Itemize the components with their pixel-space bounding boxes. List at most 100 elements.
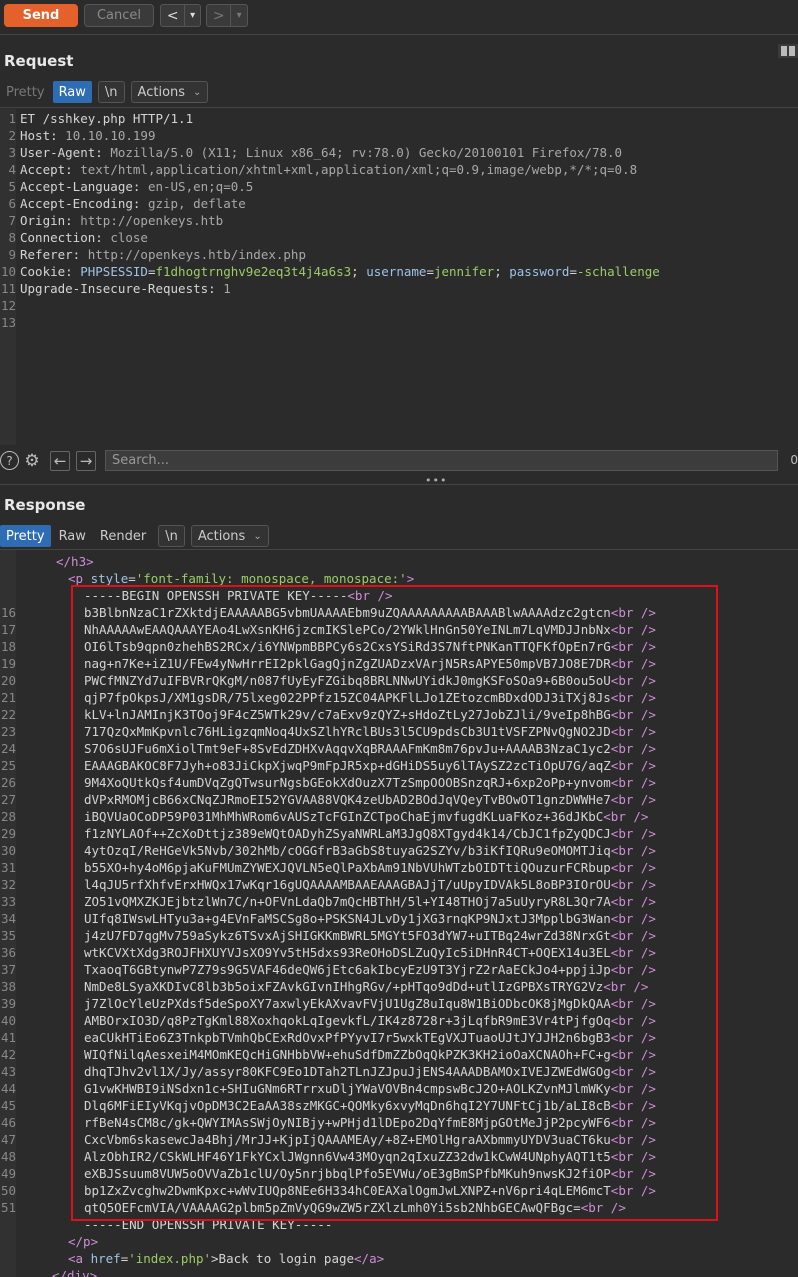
br-tag: <br /> xyxy=(610,1166,656,1181)
pane-resize-handle[interactable]: ••• xyxy=(425,474,447,487)
response-line-number: 40 xyxy=(0,1013,16,1028)
key-line: UIfq8IWswLHTyu3a+g4EVnFaMSCSg8o+PSKSN4JL… xyxy=(84,911,656,926)
chevron-down-icon: ⌄ xyxy=(193,86,202,98)
response-line-number: 42 xyxy=(0,1047,16,1062)
origin-value: http://openkeys.htb xyxy=(72,213,224,228)
request-line-number: 6 xyxy=(8,196,16,211)
pane-divider xyxy=(0,484,798,485)
br-tag: <br /> xyxy=(610,1013,656,1028)
key-line-text: CxcVbm6skasewcJa4Bhj/MrJJ+KjpIjQAAAMEAy/… xyxy=(84,1132,611,1147)
key-line: qjP7fpOkpsJ/XM1gsDR/75lxeg022PPfz15ZC04A… xyxy=(84,690,656,705)
key-line: Dlq6MFiEIyVKqjvOpDM3C2EaAA38szMKGC+QOMky… xyxy=(84,1098,656,1113)
response-line-number: 27 xyxy=(0,792,16,807)
response-editor[interactable]: </h3> <p style='font-family: monospace, … xyxy=(0,550,798,1277)
request-line-11: Upgrade-Insecure-Requests: 1 xyxy=(20,281,231,296)
response-back-link-line: <a href='index.php'>Back to login page</… xyxy=(68,1251,385,1266)
response-line-number: 50 xyxy=(0,1183,16,1198)
response-tabs: Pretty Raw Render \n Actions ⌄ xyxy=(0,525,271,547)
response-line-number: 45 xyxy=(0,1098,16,1113)
br-tag: <br /> xyxy=(610,1081,656,1096)
back-arrow-icon[interactable]: < xyxy=(161,5,184,26)
key-line: iBQVUaOCoDP59P031MhMhWRom6vAUSzTcFGInZCT… xyxy=(84,809,648,824)
br-tag: <br /> xyxy=(610,724,656,739)
layout-toggle-icon[interactable] xyxy=(778,44,798,58)
key-line: eaCUkHTiEo6Z3TnkpbTVmhQbCExRdOvxPfPYyvI7… xyxy=(84,1030,656,1045)
accept-language-key: Accept-Language: xyxy=(20,179,141,194)
response-h3-close: </h3> xyxy=(56,554,94,569)
request-line-5: Accept-Language: en-US,en;q=0.5 xyxy=(20,179,253,194)
user-agent-key: User-Agent: xyxy=(20,145,103,160)
tab-request-newline[interactable]: \n xyxy=(97,81,125,103)
response-line-number: 25 xyxy=(0,758,16,773)
key-line: AMBOrxIO3D/q8PzTgKml88XoxhqokLqIgevkfL/I… xyxy=(84,1013,656,1028)
response-line-number: 18 xyxy=(0,639,16,654)
origin-key: Origin: xyxy=(20,213,73,228)
response-actions-menu[interactable]: Actions ⌄ xyxy=(190,525,269,547)
request-line-number: 11 xyxy=(0,281,16,296)
br-tag: <br /> xyxy=(610,843,656,858)
cancel-button[interactable]: Cancel xyxy=(84,4,154,27)
key-line: dhqTJhv2vl1X/Jy/assyr80KFC9Eo1DTah2TLnJZ… xyxy=(84,1064,656,1079)
a-href-value: 'index.php' xyxy=(128,1251,212,1266)
tab-response-raw[interactable]: Raw xyxy=(53,525,92,547)
gear-icon[interactable]: ⚙ xyxy=(22,451,42,471)
br-tag: <br /> xyxy=(610,860,656,875)
toolbar-divider xyxy=(0,34,798,35)
response-p-close: </p> xyxy=(68,1234,98,1249)
key-line-text: AlzObhIR2/CSkWLHF46Y1FkYCxlJWgnn6Vw43MOy… xyxy=(84,1149,611,1164)
key-line-text: NhAAAAAwEAAQAAAYEAo4LwXsnKH6jzcmIKSlePCo… xyxy=(84,622,611,637)
br-tag: <br /> xyxy=(610,1183,656,1198)
response-div-close: </div> xyxy=(52,1268,97,1277)
key-line-text: wtKCVXtXdg3ROJFHXUYVJsXO9Yv5tH5dxs93ReOH… xyxy=(84,945,611,960)
tab-response-newline[interactable]: \n xyxy=(158,525,185,547)
search-prev-icon[interactable]: ← xyxy=(50,451,70,471)
br-tag: <br /> xyxy=(610,775,656,790)
accept-encoding-key: Accept-Encoding: xyxy=(20,196,141,211)
a-close-tag: </a> xyxy=(354,1251,385,1266)
accept-language-value: en-US,en;q=0.5 xyxy=(140,179,254,194)
tab-request-raw[interactable]: Raw xyxy=(52,81,92,103)
key-line: AlzObhIR2/CSkWLHF46Y1FkYCxlJWgnn6Vw43MOy… xyxy=(84,1149,656,1164)
connection-value: close xyxy=(102,230,148,245)
search-input[interactable] xyxy=(105,450,778,471)
request-actions-menu[interactable]: Actions ⌄ xyxy=(130,81,209,103)
request-line-3: User-Agent: Mozilla/5.0 (X11; Linux x86_… xyxy=(20,145,622,160)
key-begin-line: -----BEGIN OPENSSH PRIVATE KEY-----<br /… xyxy=(84,588,393,603)
key-line-text: S7O6sUJFu6mXiolTmt9eF+8SvEdZDHXvAqqvXqBR… xyxy=(84,741,611,756)
response-line-number: 49 xyxy=(0,1166,16,1181)
response-line-number: 16 xyxy=(0,605,16,620)
key-line-text: b55XO+hy4oM6pjaKuFMUmZYWEXJQVLN5eQlPaXbA… xyxy=(84,860,611,875)
tab-request-pretty[interactable]: Pretty xyxy=(0,81,51,103)
forward-dropdown-icon[interactable]: ▾ xyxy=(231,5,247,26)
br-tag: <br /> xyxy=(610,1030,656,1045)
div-close-tag: </div> xyxy=(52,1268,98,1277)
forward-arrow-icon[interactable]: > xyxy=(207,5,230,26)
tab-response-pretty[interactable]: Pretty xyxy=(0,525,51,547)
back-dropdown-icon[interactable]: ▾ xyxy=(185,5,200,26)
br-tag: <br /> xyxy=(610,622,656,637)
top-toolbar: Send Cancel < ▾ > ▾ xyxy=(0,0,798,31)
response-line-number: 38 xyxy=(0,979,16,994)
request-editor[interactable]: 1 2 3 4 5 6 7 8 9 10 11 12 13 ET /sshkey.php HTTP/1.… xyxy=(0,109,798,445)
tab-response-render[interactable]: Render xyxy=(94,525,152,547)
search-next-icon[interactable]: → xyxy=(76,451,96,471)
key-line: NhAAAAAwEAAQAAAYEAo4LwXsnKH6jzcmIKSlePCo… xyxy=(84,622,656,637)
key-line: j7ZlOcYleUzPXdsf5deSpoXY7axwlyEkAXvavFVj… xyxy=(84,996,656,1011)
request-line-2: Host: 10.10.10.199 xyxy=(20,128,155,143)
p-open-tag: <p xyxy=(68,571,84,586)
request-line-number: 9 xyxy=(8,247,16,262)
key-line: OI6lTsb9qpn0zhehBS2RCx/i6YNWpmBBPCy6s2Cx… xyxy=(84,639,656,654)
host-header-value: 10.10.10.199 xyxy=(57,128,156,143)
key-line-text: NmDe8LSyaXKDIvC8lb3b5oixFZAvkGIvnIHhgRGv… xyxy=(84,979,604,994)
br-tag: <br /> xyxy=(610,962,656,977)
key-line: l4qJU5rfXhfvErxHWQx17wKqr16gUQAAAAMBAAEA… xyxy=(84,877,656,892)
key-line-text: Dlq6MFiEIyVKqjvOpDM3C2EaAA38szMKGC+QOMky… xyxy=(84,1098,611,1113)
help-icon[interactable]: ? xyxy=(0,451,19,470)
request-line-7: Origin: http://openkeys.htb xyxy=(20,213,223,228)
send-button[interactable]: Send xyxy=(4,4,78,27)
key-line: NmDe8LSyaXKDIvC8lb3b5oixFZAvkGIvnIHhgRGv… xyxy=(84,979,648,994)
br-tag: <br /> xyxy=(610,690,656,705)
p-style-value: 'font-family: monospace, monospace:' xyxy=(135,571,407,586)
p-style-attr: style xyxy=(83,571,129,586)
request-line-number: 4 xyxy=(8,162,16,177)
